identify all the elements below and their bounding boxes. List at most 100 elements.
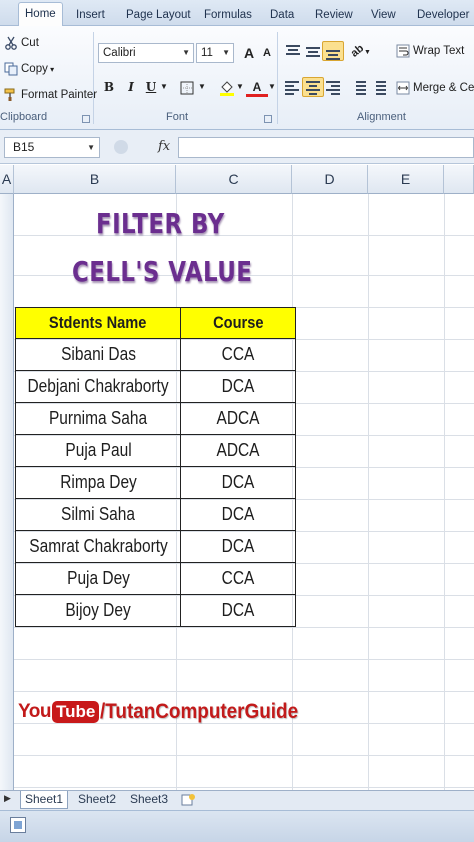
tab-review[interactable]: Review [309,4,359,26]
sheet-title-line2: CELL'S VALUE [72,255,253,288]
formula-input[interactable] [178,137,474,158]
decrease-indent-button[interactable] [348,77,370,97]
gridline [14,627,474,628]
cell-student-name[interactable]: Sibani Das [14,338,182,371]
tab-data[interactable]: Data [264,4,300,26]
cell-student-name[interactable]: Bijoy Dey [14,594,182,627]
table-row: Debjani Chakraborty DCA [14,370,297,403]
orientation-icon: ab [348,42,367,60]
column-header-c[interactable]: C [176,165,292,194]
cell-course[interactable]: DCA [180,498,297,531]
table-row: Purnima Saha ADCA [14,402,297,435]
chevron-down-icon: ▼ [87,143,95,152]
cell-course[interactable]: CCA [180,338,297,371]
bottom-align-button[interactable] [322,41,344,61]
font-color-button[interactable]: A [246,77,268,97]
new-sheet-icon [181,794,195,806]
font-group-label: Font [166,111,189,123]
cell-course[interactable]: CCA [180,562,297,595]
increase-indent-button[interactable] [368,77,390,97]
column-header-e[interactable]: E [368,165,444,194]
row-headers[interactable] [0,194,14,790]
gridline [368,194,369,790]
font-name-value: Calibri [103,47,136,59]
align-left-button[interactable] [282,77,304,97]
tab-page-layout[interactable]: Page Layout [120,4,197,26]
name-box-value: B15 [13,140,35,154]
borders-icon [180,81,194,95]
youtube-logo-you: You [18,701,51,722]
cell-course[interactable]: DCA [180,466,297,499]
tab-home[interactable]: Home [18,2,63,27]
format-painter-button[interactable]: Format Painter [4,88,97,102]
cut-button[interactable]: Cut [4,36,39,50]
sheet-tab-sheet3[interactable]: Sheet3 [126,791,172,809]
wrap-text-button[interactable]: Wrap Text [396,44,464,58]
gridline [14,755,474,756]
italic-button[interactable]: I [120,77,142,97]
sheet-tab-sheet1[interactable]: Sheet1 [20,791,69,809]
tab-view[interactable]: View [365,4,402,26]
sheet-tab-sheet2[interactable]: Sheet2 [74,791,120,809]
middle-align-button[interactable] [302,41,324,61]
column-header-d[interactable]: D [292,165,368,194]
chevron-down-icon: ▼ [182,48,190,57]
top-align-button[interactable] [282,41,304,61]
youtube-logo-tube: Tube [51,701,100,723]
copy-button[interactable]: Copy ▾ [4,62,54,76]
fill-color-dropdown[interactable]: ▼ [234,77,246,97]
borders-button[interactable] [176,77,198,97]
shrink-font-button[interactable]: A [256,43,278,63]
orientation-button[interactable]: ab▼ [349,41,372,61]
gridline [14,659,474,660]
gridline [444,194,445,790]
column-header-f[interactable] [444,165,474,194]
cell-student-name[interactable]: Puja Paul [14,434,182,467]
font-name-select[interactable]: Calibri ▼ [98,43,194,63]
align-right-button[interactable] [322,77,344,97]
tab-developer[interactable]: Developer [411,4,474,26]
table-row: Puja Dey CCA [14,562,297,595]
underline-dropdown[interactable]: ▼ [158,77,170,97]
cell-course[interactable]: ADCA [180,402,297,435]
cell-course[interactable]: DCA [180,370,297,403]
worksheet-grid[interactable]: A B C D E FILTER BY CELL'S VALUE Stdents… [0,165,474,790]
cell-student-name[interactable]: Silmi Saha [14,498,182,531]
name-box[interactable]: B15 ▼ [4,137,100,158]
merge-center-button[interactable]: Merge & Cen [396,81,474,95]
font-launcher[interactable] [264,115,272,123]
cell-student-name[interactable]: Rimpa Dey [14,466,182,499]
cell-student-name[interactable]: Samrat Chakraborty [14,530,182,563]
cell-course[interactable]: DCA [180,530,297,563]
ribbon-tab-bar: Home Insert Page Layout Formulas Data Re… [0,0,474,27]
font-size-select[interactable]: 11 ▼ [196,43,234,63]
merge-icon [396,81,410,95]
table-row: Sibani Das CCA [14,338,297,371]
cell-course[interactable]: DCA [180,594,297,627]
header-student-name[interactable]: Stdents Name [14,307,182,339]
align-center-button[interactable] [302,77,324,97]
cut-label: Cut [21,37,39,50]
cell-student-name[interactable]: Purnima Saha [14,402,182,435]
cell-student-name[interactable]: Debjani Chakraborty [14,370,182,403]
clipboard-launcher[interactable] [82,115,90,123]
scroll-tabs-left-icon[interactable]: ▶ [4,793,11,804]
header-course[interactable]: Course [180,307,297,339]
format-painter-label: Format Painter [21,89,98,102]
copy-icon [4,62,18,76]
column-header-b[interactable]: B [14,165,176,194]
cell-student-name[interactable]: Puja Dey [14,562,182,595]
tab-formulas[interactable]: Formulas [198,4,258,26]
formula-bar: B15 ▼ fx [0,130,474,164]
table-row: Bijoy Dey DCA [14,594,297,627]
borders-dropdown[interactable]: ▼ [196,77,208,97]
formula-bar-grip [114,140,128,154]
tab-insert[interactable]: Insert [70,4,111,26]
insert-sheet-button[interactable] [180,793,196,807]
table-row: Samrat Chakraborty DCA [14,530,297,563]
macro-record-icon[interactable] [10,817,26,833]
column-header-a[interactable]: A [0,165,14,194]
cell-course[interactable]: ADCA [180,434,297,467]
bold-button[interactable]: B [98,77,120,97]
insert-function-icon[interactable]: fx [158,139,170,154]
